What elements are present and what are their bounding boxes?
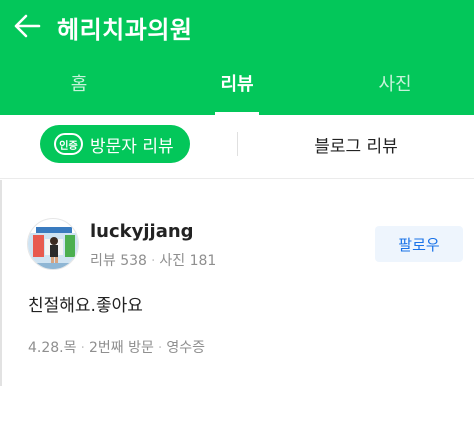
tab-reviews[interactable]: 리뷰	[158, 51, 316, 115]
main-tabs: 홈 리뷰 사진	[0, 51, 474, 115]
review-card: luckyjjang 리뷰 538 · 사진 181 팔로우 친절해요.좋아요 4.…	[0, 180, 474, 386]
receipt-label: 영수증	[166, 340, 205, 356]
tab-home[interactable]: 홈	[0, 51, 158, 115]
photo-count: 사진 181	[159, 253, 217, 269]
visit-count: 2번째 방문	[88, 340, 154, 356]
left-rule	[0, 180, 2, 386]
visit-info: 4.28.목 · 2번째 방문 · 영수증	[28, 337, 205, 357]
tab-photos[interactable]: 사진	[316, 51, 474, 115]
arrow-left-icon[interactable]	[12, 11, 42, 41]
review-text: 친절해요.좋아요	[28, 296, 143, 316]
review-count: 리뷰 538	[90, 253, 147, 269]
meta-separator: ·	[157, 340, 163, 356]
app-bar: 헤리치과의원	[0, 0, 474, 51]
reviewer-nickname[interactable]: luckyjjang	[90, 221, 194, 242]
meta-separator: ·	[80, 340, 85, 356]
blog-review-tab[interactable]: 블로그 리뷰	[238, 115, 474, 173]
profile-photo-image	[28, 219, 78, 269]
follow-button[interactable]: 팔로우	[375, 226, 463, 262]
stats-separator: ·	[150, 253, 156, 269]
reviewer-stats: 리뷰 538 · 사진 181	[90, 250, 216, 270]
visit-date: 4.28.목	[28, 340, 77, 356]
verified-badge: 인증	[54, 133, 83, 155]
page-title: 헤리치과의원	[57, 16, 193, 44]
visitor-review-label: 방문자 리뷰	[90, 136, 174, 157]
visitor-review-tab[interactable]: 인증 방문자 리뷰	[40, 125, 190, 163]
avatar[interactable]	[27, 218, 79, 270]
review-type-tabs: 인증 방문자 리뷰 블로그 리뷰	[0, 115, 474, 179]
